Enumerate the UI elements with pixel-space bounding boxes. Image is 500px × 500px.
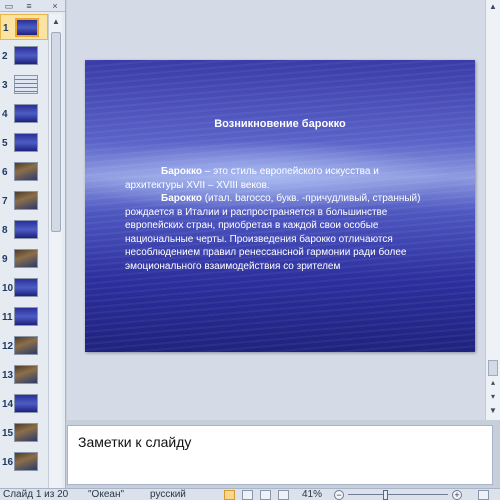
slide-thumbnail[interactable]: 2 — [0, 43, 48, 69]
slide-sorter-button[interactable] — [242, 490, 253, 500]
zoom-in-button[interactable]: + — [452, 490, 462, 500]
zoom-level[interactable]: 41% — [302, 489, 322, 500]
scroll-up-icon[interactable]: ▲ — [487, 1, 499, 12]
status-bar: Слайд 1 из 20 "Океан" русский 41% − + — [0, 488, 500, 500]
slide-number: 4 — [2, 109, 8, 120]
slide-preview[interactable] — [15, 18, 39, 37]
close-icon[interactable]: × — [46, 0, 64, 12]
zoom-slider[interactable] — [348, 494, 448, 495]
slide-thumbnail[interactable]: 15 — [0, 420, 48, 446]
slide-number: 3 — [2, 80, 8, 91]
slide-thumbnail[interactable]: 13 — [0, 362, 48, 388]
slide-preview[interactable] — [14, 75, 38, 94]
zoom-slider-handle[interactable] — [383, 490, 388, 500]
scroll-thumb[interactable] — [51, 32, 61, 232]
slide-thumbnail[interactable]: 16 — [0, 449, 48, 475]
slide-title[interactable]: Возникновение барокко — [85, 118, 475, 130]
tab-slides[interactable]: ▭ — [0, 0, 18, 12]
slide-preview[interactable] — [14, 336, 38, 355]
slide-preview[interactable] — [14, 249, 38, 268]
slide-thumbnail[interactable]: 3 — [0, 72, 48, 98]
slide-number: 14 — [2, 399, 14, 410]
slide-thumbnail[interactable]: 12 — [0, 333, 48, 359]
slide-thumbnail-pane: ▭ ≡ × 1 2 3 4 5 6 7 8 9 10 11 12 13 14 15 16 ▲ — [0, 0, 66, 488]
tab-outline[interactable]: ≡ — [20, 0, 38, 12]
zoom-out-button[interactable]: − — [334, 490, 344, 500]
slide-number: 5 — [2, 138, 8, 149]
slide-preview[interactable] — [14, 162, 38, 181]
pane-tabs: ▭ ≡ × — [0, 0, 65, 12]
slide-number: 9 — [2, 254, 8, 265]
slide-thumbnail[interactable]: 1 — [0, 14, 48, 40]
slide-preview[interactable] — [14, 133, 38, 152]
slide-number: 12 — [2, 341, 14, 352]
slide-thumbnail[interactable]: 7 — [0, 188, 48, 214]
slide-canvas[interactable]: Возникновение барокко Барокко – это стил… — [85, 60, 475, 352]
slide-number: 16 — [2, 457, 14, 468]
slide-body[interactable]: Барокко – это стиль европейского искусст… — [125, 165, 425, 273]
previous-slide-icon[interactable]: ▴ — [487, 377, 499, 388]
slide-thumbnail[interactable]: 10 — [0, 275, 48, 301]
slide-number: 6 — [2, 167, 8, 178]
slide-scrollbar[interactable]: ▲ ▴ ▾ ▼ — [485, 0, 500, 420]
slide-thumbnail[interactable]: 9 — [0, 246, 48, 272]
slide-editing-area: Возникновение барокко Барокко – это стил… — [67, 0, 500, 420]
slide-preview[interactable] — [14, 452, 38, 471]
slide-thumbnail[interactable]: 5 — [0, 130, 48, 156]
slide-number: 11 — [2, 312, 13, 323]
bold-term: Барокко — [161, 193, 202, 204]
slide-preview[interactable] — [14, 104, 38, 123]
slide-preview[interactable] — [14, 278, 38, 297]
paragraph-2-text: (итал. barocco, букв. -причудливый, стра… — [125, 193, 421, 272]
slide-thumbnail[interactable]: 11 — [0, 304, 48, 330]
slide-number: 7 — [2, 196, 8, 207]
paragraph-1: Барокко – это стиль европейского искусст… — [125, 165, 425, 192]
slide-number: 1 — [3, 23, 9, 34]
slide-number: 8 — [2, 225, 8, 236]
slide-preview[interactable] — [14, 191, 38, 210]
scroll-thumb[interactable] — [488, 360, 498, 376]
slideshow-button[interactable] — [278, 490, 289, 500]
slide-thumbnail[interactable]: 14 — [0, 391, 48, 417]
slide-counter: Слайд 1 из 20 — [3, 489, 69, 500]
bold-term: Барокко — [161, 166, 202, 177]
scroll-down-icon[interactable]: ▼ — [487, 405, 499, 416]
slide-number: 2 — [2, 51, 8, 62]
slide-number: 13 — [2, 370, 14, 381]
theme-name: "Океан" — [88, 489, 125, 500]
slide-thumbnail[interactable]: 4 — [0, 101, 48, 127]
normal-view-button[interactable] — [224, 490, 235, 500]
notes-placeholder[interactable]: Заметки к слайду — [78, 434, 191, 450]
notes-pane[interactable]: Заметки к слайду — [67, 425, 493, 485]
slide-preview[interactable] — [14, 423, 38, 442]
slide-preview[interactable] — [14, 307, 38, 326]
slide-preview[interactable] — [14, 46, 38, 65]
slide-preview[interactable] — [14, 394, 38, 413]
paragraph-2: Барокко (итал. barocco, букв. -причудлив… — [125, 192, 425, 273]
slide-preview[interactable] — [14, 365, 38, 384]
scroll-up-icon[interactable]: ▲ — [50, 15, 62, 27]
language-indicator[interactable]: русский — [150, 489, 186, 500]
slide-number: 10 — [2, 283, 14, 294]
slide-thumbnail[interactable]: 8 — [0, 217, 48, 243]
slide-preview[interactable] — [14, 220, 38, 239]
slide-number: 15 — [2, 428, 14, 439]
next-slide-icon[interactable]: ▾ — [487, 391, 499, 402]
fit-slide-button[interactable] — [478, 490, 489, 500]
reading-view-button[interactable] — [260, 490, 271, 500]
thumbnail-scrollbar[interactable]: ▲ — [48, 14, 62, 488]
slide-thumbnail[interactable]: 6 — [0, 159, 48, 185]
